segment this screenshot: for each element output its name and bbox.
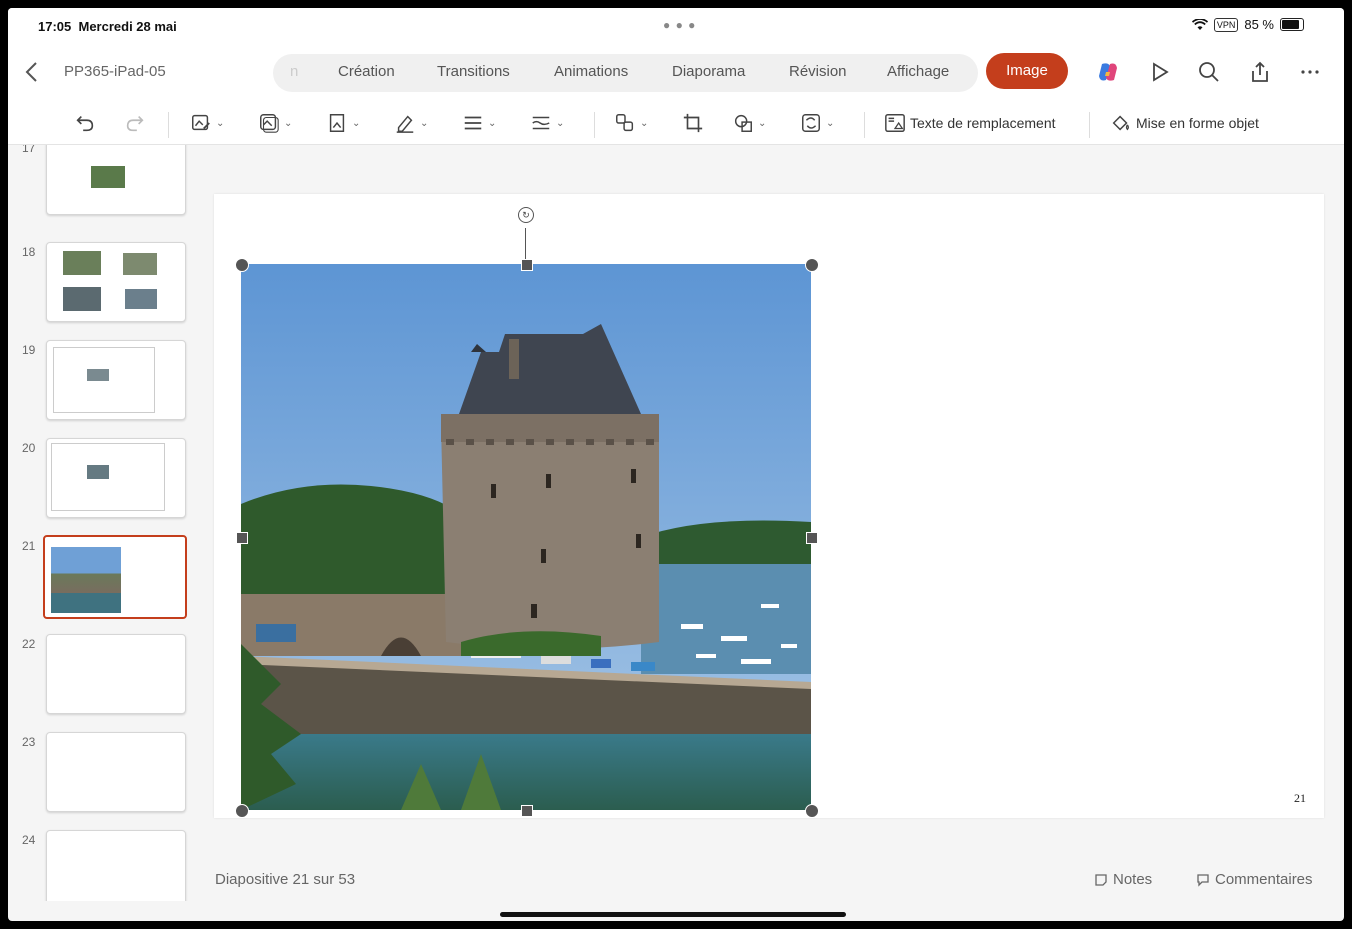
search-icon[interactable] <box>1197 60 1221 84</box>
battery-percent: 85 % <box>1244 17 1274 32</box>
comment-icon <box>1197 873 1209 887</box>
thumbnail-slide-18[interactable] <box>46 242 186 322</box>
tab-image[interactable]: Image <box>986 53 1068 89</box>
crop-icon <box>683 113 703 133</box>
thumbnail-slide-17[interactable] <box>46 145 186 215</box>
back-chevron-icon[interactable] <box>22 60 46 84</box>
slide-thumbnails-panel: 17 18 19 20 21 22 23 24 <box>8 145 200 901</box>
alt-text-label: Texte de remplacement <box>910 115 1056 131</box>
rotate-handle-icon[interactable]: ↻ <box>518 207 534 223</box>
comments-button[interactable]: Commentaires <box>1196 871 1313 888</box>
thumbnail-slide-21[interactable] <box>43 535 187 619</box>
thumbnail-slide-20[interactable] <box>46 438 186 518</box>
app-window: 17:05 Mercredi 28 mai ● ● ● VPN 85 % PP3… <box>8 8 1344 921</box>
alt-text-button[interactable]: Texte de remplacement <box>884 110 1056 136</box>
resize-handle[interactable] <box>235 804 249 818</box>
slide-canvas: ↻ 21 <box>200 145 1344 875</box>
wrap-button[interactable]: ⌄ <box>530 110 564 136</box>
tab-partial[interactable]: n <box>290 63 298 80</box>
format-object-label: Mise en forme objet <box>1136 115 1259 131</box>
slide[interactable]: ↻ 21 <box>214 194 1324 818</box>
notes-button[interactable]: Notes <box>1094 871 1152 888</box>
picture-border-button[interactable]: ⌄ <box>326 110 360 136</box>
slide-page-number: 21 <box>1294 791 1306 805</box>
status-time: 17:05 Mercredi 28 mai <box>38 19 177 34</box>
tab-diaporama[interactable]: Diaporama <box>672 63 745 80</box>
image-toolbar: ⌄ ⌄ ⌄ ⌄ ⌄ ⌄ ⌄ ⌄ ⌄ Texte de remplacement … <box>8 102 1344 142</box>
slide-count: Diapositive 21 sur 53 <box>215 871 356 888</box>
picture-effects-button[interactable]: ⌄ <box>258 110 292 136</box>
resize-handle[interactable] <box>521 259 533 271</box>
resize-handle[interactable] <box>805 804 819 818</box>
arrange-icon <box>616 114 634 132</box>
resize-handle[interactable] <box>805 258 819 272</box>
align-button[interactable]: ⌄ <box>462 110 496 136</box>
thumbnail-slide-24[interactable] <box>46 830 186 901</box>
thumb-number: 23 <box>22 735 36 749</box>
play-icon[interactable] <box>1148 60 1172 84</box>
resize-handle[interactable] <box>236 532 248 544</box>
document-title[interactable]: PP365-iPad-05 <box>64 63 166 80</box>
vpn-badge: VPN <box>1213 17 1239 32</box>
multitask-dots-icon[interactable]: ● ● ● <box>663 18 696 32</box>
pen-icon <box>396 115 414 133</box>
status-footer: Diapositive 21 sur 53 Notes Commentaires <box>200 868 1344 898</box>
thumb-number: 19 <box>22 343 36 357</box>
thumb-number: 17 <box>22 145 36 155</box>
copilot-icon[interactable] <box>1096 60 1120 84</box>
arrange-button[interactable]: ⌄ <box>614 110 648 136</box>
thumb-number: 18 <box>22 245 36 259</box>
battery-icon <box>1280 18 1304 31</box>
status-indicators: VPN 85 % <box>1191 17 1304 32</box>
home-indicator[interactable] <box>500 912 846 917</box>
thumb-number: 22 <box>22 637 36 651</box>
crop-button[interactable] <box>682 110 704 136</box>
shapes-icon <box>734 114 752 132</box>
picture-effects-icon <box>260 114 279 133</box>
redo-icon[interactable] <box>124 110 146 136</box>
align-icon <box>464 116 482 130</box>
thumb-number: 20 <box>22 441 36 455</box>
status-date: Mercredi 28 mai <box>78 19 177 34</box>
ribbon: PP365-iPad-05 n Création Transitions Ani… <box>8 44 1344 145</box>
slide-picture[interactable] <box>241 264 811 810</box>
tower-photo <box>241 264 811 810</box>
tab-animations[interactable]: Animations <box>554 63 628 80</box>
alt-text-icon <box>885 114 905 132</box>
tab-creation[interactable]: Création <box>338 63 395 80</box>
change-picture-button[interactable]: ⌄ <box>800 110 834 136</box>
tab-transitions[interactable]: Transitions <box>437 63 510 80</box>
paint-bucket-icon <box>1112 115 1129 131</box>
undo-icon[interactable] <box>74 110 96 136</box>
more-icon[interactable] <box>1298 60 1322 84</box>
thumbnail-slide-22[interactable] <box>46 634 186 714</box>
thumb-number: 21 <box>22 539 36 553</box>
shapes-button[interactable]: ⌄ <box>732 110 766 136</box>
change-picture-icon <box>802 114 820 132</box>
notes-icon <box>1095 873 1107 886</box>
share-icon[interactable] <box>1248 60 1272 84</box>
picture-styles-button[interactable]: ⌄ <box>190 110 224 136</box>
wrap-text-icon <box>532 116 550 130</box>
resize-handle[interactable] <box>235 258 249 272</box>
tab-affichage[interactable]: Affichage <box>887 63 949 80</box>
resize-handle[interactable] <box>521 805 533 817</box>
tab-revision[interactable]: Révision <box>789 63 847 80</box>
resize-handle[interactable] <box>806 532 818 544</box>
picture-style-icon <box>192 114 210 131</box>
status-bar: 17:05 Mercredi 28 mai ● ● ● VPN 85 % <box>8 8 1344 44</box>
thumbnail-slide-19[interactable] <box>46 340 186 420</box>
thumb-number: 24 <box>22 833 36 847</box>
format-object-button[interactable]: Mise en forme objet <box>1110 110 1259 136</box>
wifi-icon <box>1191 18 1208 30</box>
picture-border-icon <box>329 114 345 132</box>
thumbnail-slide-23[interactable] <box>46 732 186 812</box>
pen-color-button[interactable]: ⌄ <box>394 110 428 136</box>
